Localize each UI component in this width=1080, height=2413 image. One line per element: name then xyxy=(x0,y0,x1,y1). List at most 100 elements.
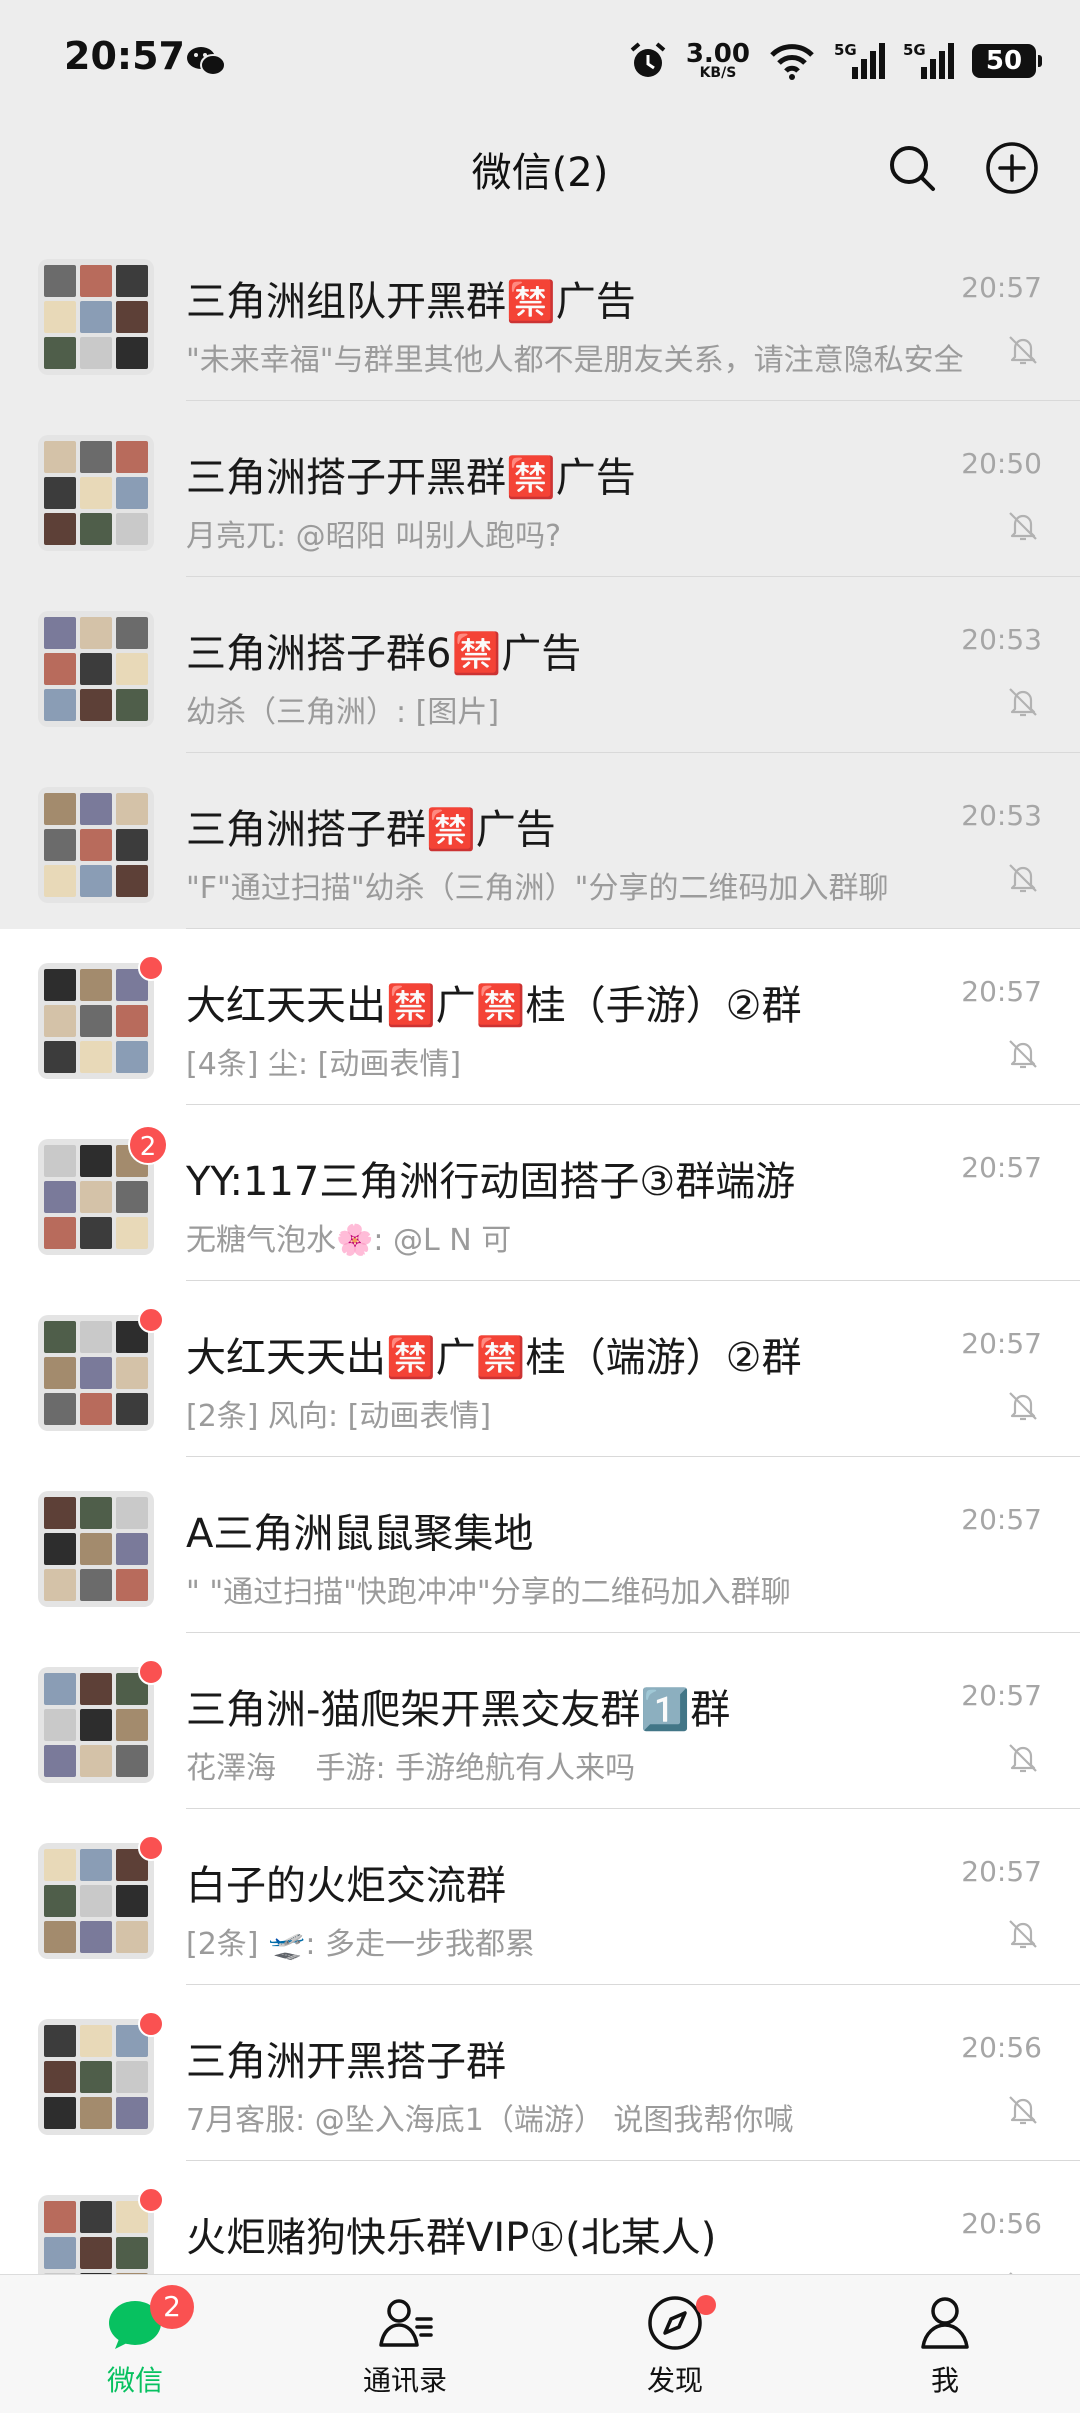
chat-name: 大红天天出🈲广🈲桂（手游）②群 xyxy=(186,983,802,1029)
chat-preview: 花澤海 手游: 手游绝航有人来吗 xyxy=(186,1751,636,1786)
avatar-tile xyxy=(80,2237,112,2269)
avatar-tile xyxy=(44,2201,76,2233)
avatar-tile xyxy=(80,1533,112,1565)
avatar-tile xyxy=(44,2061,76,2093)
chat-preview: "F"通过扫描"幼杀（三角洲）"分享的二维码加入群聊 xyxy=(186,871,889,906)
avatar-tile xyxy=(116,1497,148,1529)
search-icon[interactable] xyxy=(884,140,940,196)
avatar-tile xyxy=(80,1497,112,1529)
avatar-tile xyxy=(80,1357,112,1389)
muted-bell-icon xyxy=(1009,1920,1037,1949)
person-icon xyxy=(921,2297,969,2349)
avatar-tile xyxy=(44,617,76,649)
avatar-tile xyxy=(80,513,112,545)
chat-row[interactable]: 大红天天出🈲广🈲桂（手游）②群 [4条] 尘: [动画表情] 20:57 xyxy=(0,929,1080,1105)
avatar-tile xyxy=(116,2097,148,2129)
avatar-tile xyxy=(44,829,76,861)
avatar-tile xyxy=(80,1673,112,1705)
tab-label: 发现 xyxy=(646,2364,703,2397)
avatar-tile xyxy=(44,1181,76,1213)
chat-row[interactable]: 火炬赌狗快乐群VIP①(北某人) 20:56 xyxy=(0,2161,1080,2275)
tab-label: 通讯录 xyxy=(362,2364,447,2397)
contacts-icon xyxy=(379,2299,433,2347)
avatar-tile xyxy=(44,653,76,685)
tab-contacts[interactable]: 通讯录 xyxy=(270,2275,540,2413)
chat-name: 三角洲开黑搭子群 xyxy=(186,2039,506,2085)
avatar-tile xyxy=(116,1745,148,1777)
avatar-tile xyxy=(116,1569,148,1601)
chat-time: 20:56 xyxy=(961,2031,1042,2064)
add-icon[interactable] xyxy=(984,140,1040,196)
chat-preview: " "通过扫描"快跑冲冲"分享的二维码加入群聊 xyxy=(186,1575,791,1610)
net-speed: 3.00 KB/S xyxy=(685,38,750,81)
avatar-tile xyxy=(80,1181,112,1213)
battery-icon: 50 xyxy=(972,44,1042,78)
tab-me[interactable]: 我 xyxy=(810,2275,1080,2413)
chat-preview: "未来幸福"与群里其他人都不是朋友关系，请注意隐私安全 xyxy=(186,343,964,378)
group-avatar xyxy=(38,259,154,375)
avatar-tile xyxy=(80,477,112,509)
avatar-tile xyxy=(80,1921,112,1953)
avatar-tile xyxy=(80,1393,112,1425)
avatar-tile xyxy=(116,513,148,545)
chat-row[interactable]: 三角洲-猫爬架开黑交友群1️⃣群 花澤海 手游: 手游绝航有人来吗 20:57 xyxy=(0,1633,1080,1809)
chat-row[interactable]: 三角洲搭子群6🈲广告 幼杀（三角洲）: [图片] 20:53 xyxy=(0,577,1080,753)
avatar-tile xyxy=(44,1357,76,1389)
avatar-tile xyxy=(44,1745,76,1777)
chat-time: 20:53 xyxy=(961,623,1042,656)
unread-dot xyxy=(138,1307,164,1333)
avatar-tile xyxy=(80,689,112,721)
avatar-tile xyxy=(80,265,112,297)
avatar-tile xyxy=(116,689,148,721)
avatar-tile xyxy=(80,1569,112,1601)
chat-row[interactable]: 三角洲搭子群🈲广告 "F"通过扫描"幼杀（三角洲）"分享的二维码加入群聊 20:53 xyxy=(0,753,1080,929)
avatar-tile xyxy=(44,441,76,473)
avatar-tile xyxy=(44,1217,76,1249)
bottom-tab-bar: 2 微信 通讯录 发现 我 xyxy=(0,2274,1080,2413)
chat-row[interactable]: 白子的火炬交流群 [2条] 🛫: 多走一步我都累 20:57 xyxy=(0,1809,1080,1985)
avatar-tile xyxy=(80,1041,112,1073)
chat-name: 三角洲组队开黑群🈲广告 xyxy=(186,279,636,325)
avatar-tile xyxy=(44,1709,76,1741)
chat-preview: [2条] 🛫: 多走一步我都累 xyxy=(186,1927,536,1962)
muted-bell-icon xyxy=(1009,864,1037,893)
chat-row[interactable]: 三角洲组队开黑群🈲广告 "未来幸福"与群里其他人都不是朋友关系，请注意隐私安全 20… xyxy=(0,225,1080,401)
chat-name: 三角洲搭子群🈲广告 xyxy=(186,807,556,853)
avatar-tile xyxy=(80,2097,112,2129)
chat-row[interactable]: A三角洲鼠鼠聚集地 " "通过扫描"快跑冲冲"分享的二维码加入群聊 20:57 xyxy=(0,1457,1080,1633)
muted-bell-icon xyxy=(1009,336,1037,365)
chat-time: 20:57 xyxy=(961,1327,1042,1360)
alarm-icon xyxy=(630,42,666,77)
avatar-tile xyxy=(44,477,76,509)
avatar-tile xyxy=(44,1005,76,1037)
unread-dot xyxy=(138,1659,164,1685)
unread-dot xyxy=(138,2011,164,2037)
avatar-tile xyxy=(44,2237,76,2269)
avatar-tile xyxy=(44,1921,76,1953)
unread-dot xyxy=(138,1835,164,1861)
avatar-tile xyxy=(80,1745,112,1777)
chat-row[interactable]: 大红天天出🈲广🈲桂（端游）②群 [2条] 风向: [动画表情] 20:57 xyxy=(0,1281,1080,1457)
tab-label: 微信 xyxy=(106,2364,163,2397)
avatar-tile xyxy=(80,2025,112,2057)
notification-dot xyxy=(696,2295,716,2315)
chat-name: YY:117三角洲行动固搭子③群端游 xyxy=(186,1159,796,1205)
chat-row[interactable]: 三角洲搭子开黑群🈲广告 月亮兀: @昭阳 叫别人跑吗? 20:50 xyxy=(0,401,1080,577)
avatar-tile xyxy=(116,793,148,825)
avatar-tile xyxy=(44,265,76,297)
avatar-tile xyxy=(44,1041,76,1073)
chat-time: 20:56 xyxy=(961,2207,1042,2240)
chat-row[interactable]: 2 YY:117三角洲行动固搭子③群端游 无糖气泡水🌸: @L N 可 20:57 xyxy=(0,1105,1080,1281)
avatar-tile xyxy=(44,793,76,825)
muted-bell-icon xyxy=(1009,2096,1037,2125)
group-avatar xyxy=(38,435,154,551)
avatar-tile xyxy=(44,1885,76,1917)
chat-row[interactable]: 三角洲开黑搭子群 7月客服: @坠入海底1（端游） 说图我帮你喊 20:56 xyxy=(0,1985,1080,2161)
unread-dot xyxy=(138,2187,164,2213)
avatar-tile xyxy=(116,1885,148,1917)
wifi-icon xyxy=(770,44,814,80)
chat-list[interactable]: 三角洲组队开黑群🈲广告 "未来幸福"与群里其他人都不是朋友关系，请注意隐私安全 20… xyxy=(0,225,1080,2275)
avatar-tile xyxy=(116,1217,148,1249)
tab-discover[interactable]: 发现 xyxy=(540,2275,810,2413)
tab-wechat[interactable]: 2 微信 xyxy=(0,2275,270,2413)
